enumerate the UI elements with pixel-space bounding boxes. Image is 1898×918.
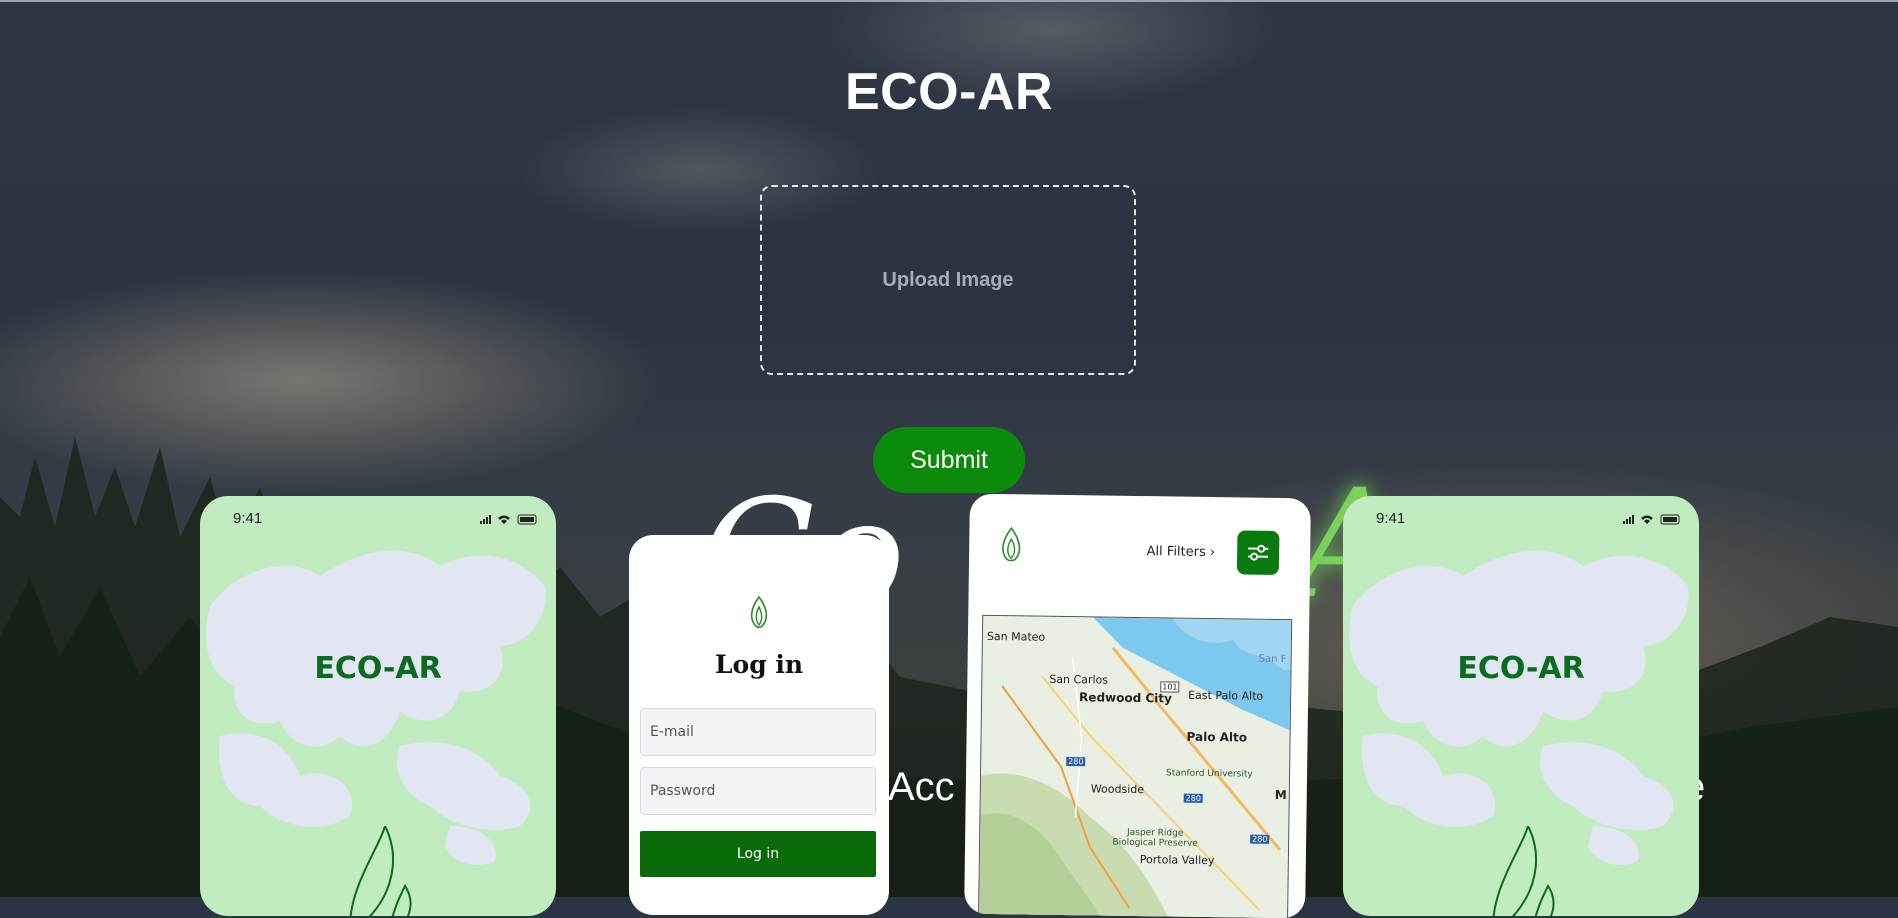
all-filters-link[interactable]: All Filters › xyxy=(1146,544,1215,560)
flame-leaf-icon xyxy=(746,595,772,629)
highway-101-shield: 101 xyxy=(1160,681,1179,692)
upload-image-label: Upload Image xyxy=(882,269,1013,292)
leaf-icon xyxy=(1483,826,1583,916)
map-label-redwood-city: Redwood City xyxy=(1079,690,1172,705)
leaf-icon xyxy=(340,826,440,916)
highway-280-shield: 280 xyxy=(1066,757,1085,766)
status-bar: 9:41 xyxy=(233,510,540,528)
status-icons xyxy=(1623,512,1683,529)
phone-mockup-right: 9:41 ECO-AR xyxy=(1343,496,1699,916)
signal-wifi-battery-icon xyxy=(1623,513,1683,525)
flame-leaf-icon xyxy=(997,526,1025,562)
map-label-san-carlos: San Carlos xyxy=(1049,673,1108,687)
map-card-mockup: All Filters › San Mateo San Carlos Redwo… xyxy=(964,494,1311,918)
brand-logo-text: ECO-AR xyxy=(200,651,556,686)
page-title: ECO-AR xyxy=(0,62,1898,122)
status-time: 9:41 xyxy=(1376,510,1405,527)
map-label-san-mateo: San Mateo xyxy=(987,630,1045,644)
filter-settings-button[interactable] xyxy=(1237,530,1280,575)
upload-image-dropzone[interactable]: Upload Image xyxy=(760,185,1136,375)
map-label-menlo-fragment: M xyxy=(1275,788,1287,802)
map-label-palo-alto: Palo Alto xyxy=(1186,730,1247,745)
top-border xyxy=(0,0,1898,2)
status-time: 9:41 xyxy=(233,510,262,527)
highway-280-shield: 280 xyxy=(1184,794,1203,803)
map-label-san-fragment: San F xyxy=(1259,654,1287,665)
status-icons xyxy=(480,512,540,529)
map-label-portola-valley: Portola Valley xyxy=(1140,853,1215,867)
map-label-east-palo-alto: East Palo Alto xyxy=(1188,689,1263,703)
map-label-jasper-ridge: Jasper Ridge Biological Preserve xyxy=(1110,828,1200,849)
map-view[interactable]: San Mateo San Carlos Redwood City East P… xyxy=(978,615,1292,918)
signal-wifi-battery-icon xyxy=(480,513,540,525)
phone-mockup-left: 9:41 ECO-AR xyxy=(200,496,556,916)
map-label-woodside: Woodside xyxy=(1091,782,1144,796)
map-terrain xyxy=(979,616,1291,918)
highway-280-shield: 280 xyxy=(1250,835,1269,844)
status-bar: 9:41 xyxy=(1376,510,1683,528)
login-card-mockup: Log in Log in xyxy=(629,535,889,915)
tagline-fragment-1: Acc xyxy=(888,765,955,810)
map-label-stanford: Stanford University xyxy=(1166,768,1253,779)
sliders-icon xyxy=(1246,543,1270,563)
email-field[interactable] xyxy=(640,708,876,756)
login-button[interactable]: Log in xyxy=(640,831,876,877)
login-title: Log in xyxy=(629,650,889,679)
password-field[interactable] xyxy=(640,767,876,815)
brand-logo-text: ECO-AR xyxy=(1343,651,1699,686)
